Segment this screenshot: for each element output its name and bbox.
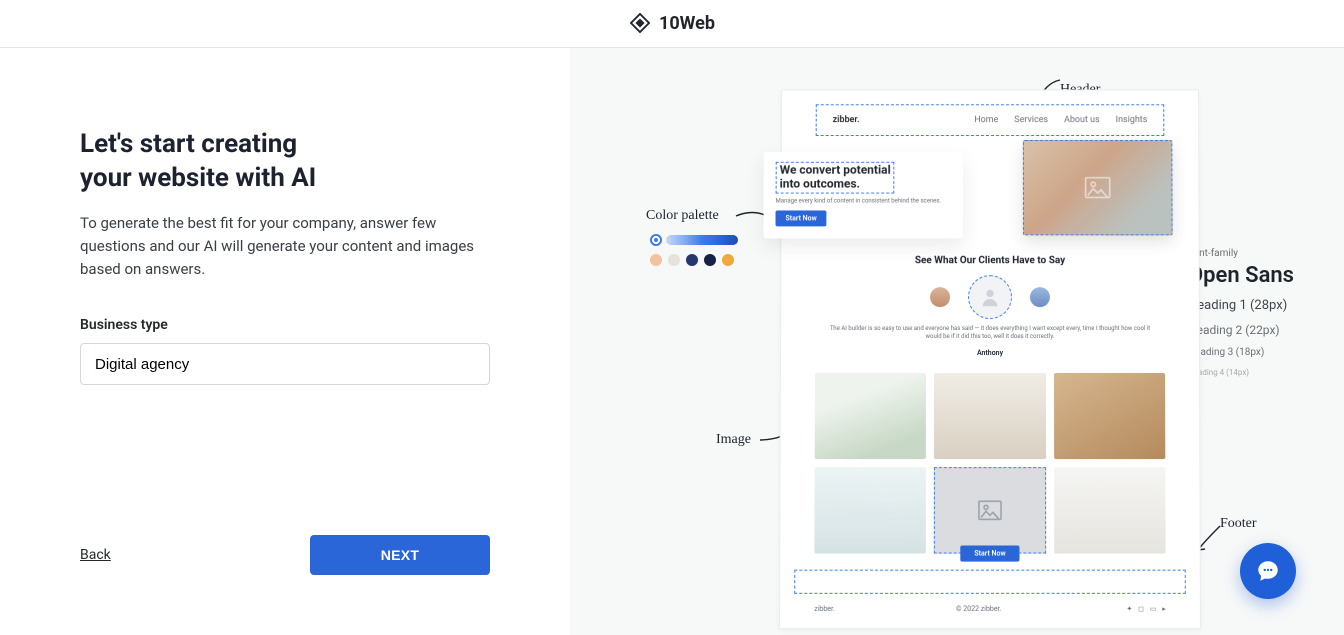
brand-name: 10Web bbox=[659, 13, 715, 34]
mockup-avatars bbox=[781, 275, 1199, 319]
gallery-item bbox=[934, 373, 1046, 459]
mockup-testimonial-name: Anthony bbox=[781, 349, 1199, 357]
annotation-footer: Footer bbox=[1220, 516, 1257, 532]
mockup-hero-sub: Manage every kind of content in consiste… bbox=[776, 197, 952, 204]
palette-selected-icon bbox=[650, 234, 662, 246]
mockup-hero-card: We convert potential into outcomes. Mana… bbox=[763, 152, 963, 238]
mockup-footer-brand: zibber. bbox=[814, 605, 835, 613]
chat-icon bbox=[1255, 558, 1281, 584]
user-icon bbox=[979, 286, 1001, 308]
palette-gradient bbox=[666, 235, 738, 245]
linkedin-icon: ▭ bbox=[1150, 605, 1157, 613]
chat-button[interactable] bbox=[1240, 543, 1296, 599]
swatch-5 bbox=[722, 254, 734, 266]
brand: 10Web bbox=[629, 13, 715, 35]
avatar-selected bbox=[968, 275, 1012, 319]
heading-3-spec: Heading 3 (18px) bbox=[1188, 347, 1294, 358]
brand-logo-icon bbox=[629, 13, 651, 35]
mockup-hero-image bbox=[1023, 140, 1173, 235]
form-pane: Let's start creating your website with A… bbox=[0, 48, 570, 635]
avatar bbox=[930, 287, 950, 307]
gallery-item bbox=[814, 467, 926, 553]
mockup-nav: Home Services About us Insights bbox=[974, 115, 1147, 125]
font-family-annotation: Font-family Open Sans Heading 1 (28px) H… bbox=[1188, 248, 1294, 377]
next-button[interactable]: NEXT bbox=[310, 535, 490, 575]
mockup-hero-cta: Start Now bbox=[775, 210, 826, 226]
heading-1-spec: Heading 1 (28px) bbox=[1188, 298, 1294, 313]
mockup-cta2: Start Now bbox=[960, 545, 1019, 561]
color-palette bbox=[650, 234, 738, 266]
annotation-color-palette: Color palette bbox=[646, 208, 719, 224]
mockup-footer-copyright: © 2022 zibber. bbox=[956, 605, 1001, 613]
website-mockup: zibber. Home Services About us Insights … bbox=[779, 89, 1201, 629]
page-heading: Let's start creating your website with A… bbox=[80, 128, 530, 196]
font-family-label: Font-family bbox=[1188, 248, 1294, 259]
swatch-1 bbox=[650, 254, 662, 266]
back-link[interactable]: Back bbox=[80, 547, 111, 563]
swatch-2 bbox=[668, 254, 680, 266]
gallery-item bbox=[815, 373, 927, 459]
business-type-input[interactable] bbox=[80, 343, 490, 385]
heading-2-spec: Heading 2 (22px) bbox=[1188, 323, 1294, 337]
image-placeholder-icon bbox=[977, 500, 1003, 520]
swatch-4 bbox=[704, 254, 716, 266]
avatar bbox=[1030, 287, 1050, 307]
mockup-gallery bbox=[814, 373, 1165, 554]
mockup-header: zibber. Home Services About us Insights bbox=[816, 104, 1165, 136]
business-type-label: Business type bbox=[80, 317, 530, 333]
mockup-brand: zibber. bbox=[833, 115, 860, 125]
youtube-icon: ▸ bbox=[1162, 605, 1166, 613]
gallery-item bbox=[1054, 467, 1166, 553]
instagram-icon: ◻ bbox=[1138, 605, 1144, 613]
heading-4-spec: Heading 4 (14px) bbox=[1188, 368, 1294, 377]
font-family-name: Open Sans bbox=[1188, 263, 1294, 288]
mockup-footer-socials: ✦ ◻ ▭ ▸ bbox=[1122, 605, 1165, 613]
gallery-image-placeholder bbox=[934, 467, 1046, 553]
mockup-testimonial-text: The AI builder is so easy to use and eve… bbox=[821, 325, 1159, 341]
mockup-footer-outline bbox=[794, 570, 1186, 594]
topbar: 10Web bbox=[0, 0, 1344, 48]
annotation-image: Image bbox=[716, 432, 751, 448]
page-description: To generate the best fit for your compan… bbox=[80, 212, 500, 282]
mockup-footer: zibber. © 2022 zibber. ✦ ◻ ▭ ▸ bbox=[814, 600, 1166, 618]
swatch-3 bbox=[686, 254, 698, 266]
image-placeholder-icon bbox=[1084, 177, 1112, 199]
gallery-item bbox=[1054, 373, 1166, 459]
preview-pane: Header Color palette Image bbox=[570, 48, 1344, 635]
twitter-icon: ✦ bbox=[1126, 605, 1132, 613]
mockup-testimonial-heading: See What Our Clients Have to Say bbox=[781, 255, 1198, 266]
